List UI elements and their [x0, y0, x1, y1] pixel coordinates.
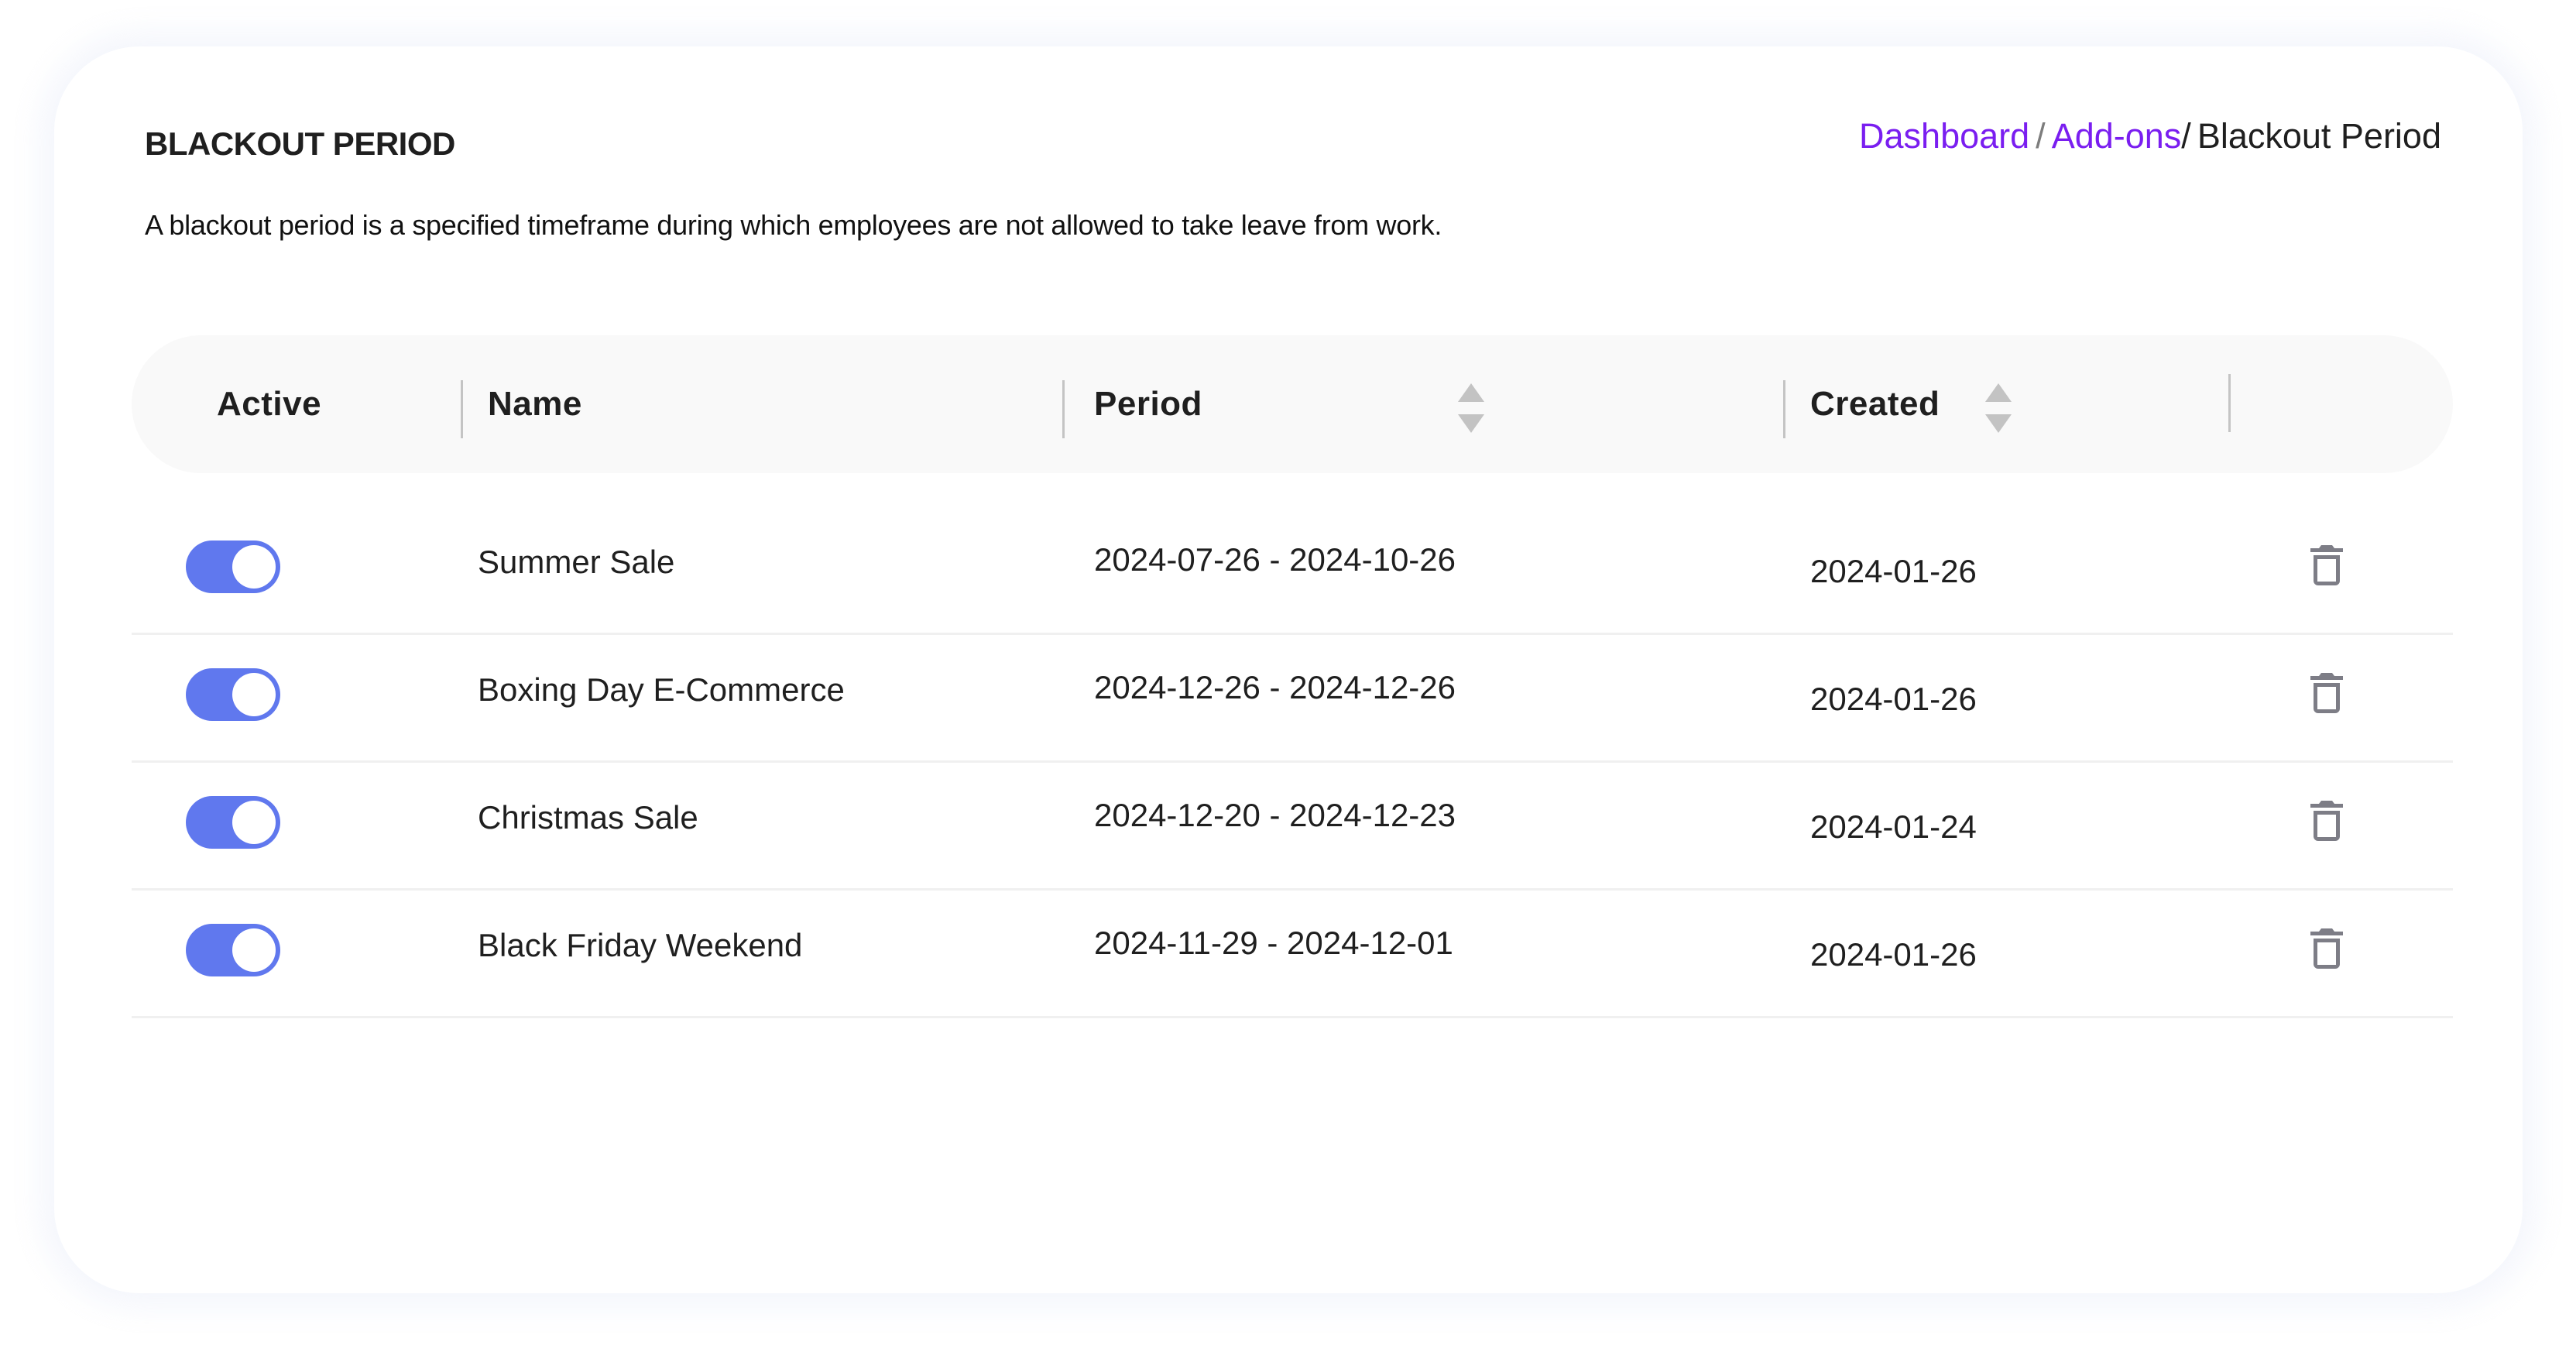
sort-ascending-icon: [1458, 383, 1484, 402]
table-row: Boxing Day E-Commerce 2024-12-26 - 2024-…: [132, 633, 2453, 763]
column-header-name: Name: [488, 385, 582, 423]
delete-button[interactable]: [2309, 671, 2344, 715]
row-name: Boxing Day E-Commerce: [478, 671, 845, 708]
toggle-knob: [232, 673, 276, 716]
row-period: 2024-07-26 - 2024-10-26: [1094, 541, 1456, 578]
trash-icon: [2310, 673, 2343, 713]
breadcrumb-dashboard[interactable]: Dashboard: [1859, 116, 2029, 156]
column-header-active: Active: [217, 385, 322, 423]
column-divider: [1062, 380, 1065, 438]
breadcrumb-separator: /: [2036, 116, 2046, 156]
row-created: 2024-01-24: [1810, 808, 1977, 845]
delete-button[interactable]: [2309, 927, 2344, 970]
delete-button[interactable]: [2309, 799, 2344, 843]
column-divider: [2228, 374, 2231, 432]
table-row: Summer Sale 2024-07-26 - 2024-10-26 2024…: [132, 505, 2453, 635]
active-toggle[interactable]: [186, 924, 280, 976]
sort-created-icon[interactable]: [1985, 383, 2012, 433]
row-period: 2024-12-26 - 2024-12-26: [1094, 669, 1456, 705]
row-created: 2024-01-26: [1810, 936, 1977, 973]
breadcrumb-current: Blackout Period: [2197, 116, 2441, 156]
sort-descending-icon: [1458, 414, 1484, 433]
row-period: 2024-11-29 - 2024-12-01: [1094, 925, 1453, 961]
table-row: Christmas Sale 2024-12-20 - 2024-12-23 2…: [132, 760, 2453, 891]
column-divider: [1783, 380, 1785, 438]
active-toggle[interactable]: [186, 668, 280, 721]
row-period: 2024-12-20 - 2024-12-23: [1094, 797, 1456, 833]
column-header-period[interactable]: Period: [1094, 335, 1202, 473]
sort-period-icon[interactable]: [1458, 383, 1484, 433]
table-header: Active Name Period Created: [132, 335, 2453, 473]
page-title: BLACKOUT PERIOD: [145, 125, 455, 162]
table-row: Black Friday Weekend 2024-11-29 - 2024-1…: [132, 888, 2453, 1018]
toggle-knob: [232, 928, 276, 972]
sort-ascending-icon: [1985, 383, 2012, 402]
breadcrumb: Dashboard / Add-ons/Blackout Period: [1859, 116, 2441, 156]
breadcrumb-separator: /: [2181, 116, 2191, 156]
page-description: A blackout period is a specified timefra…: [145, 209, 1442, 241]
trash-icon: [2310, 801, 2343, 841]
column-divider: [461, 380, 463, 438]
column-header-created[interactable]: Created: [1810, 335, 1940, 473]
toggle-knob: [232, 801, 276, 844]
row-name: Summer Sale: [478, 544, 675, 580]
row-name: Christmas Sale: [478, 799, 698, 836]
breadcrumb-add-ons[interactable]: Add-ons: [2052, 116, 2182, 156]
toggle-knob: [232, 545, 276, 589]
trash-icon: [2310, 545, 2343, 585]
active-toggle[interactable]: [186, 796, 280, 849]
sort-descending-icon: [1985, 414, 2012, 433]
trash-icon: [2310, 928, 2343, 969]
row-name: Black Friday Weekend: [478, 927, 803, 963]
row-created: 2024-01-26: [1810, 553, 1977, 589]
delete-button[interactable]: [2309, 544, 2344, 587]
row-created: 2024-01-26: [1810, 681, 1977, 717]
active-toggle[interactable]: [186, 541, 280, 593]
